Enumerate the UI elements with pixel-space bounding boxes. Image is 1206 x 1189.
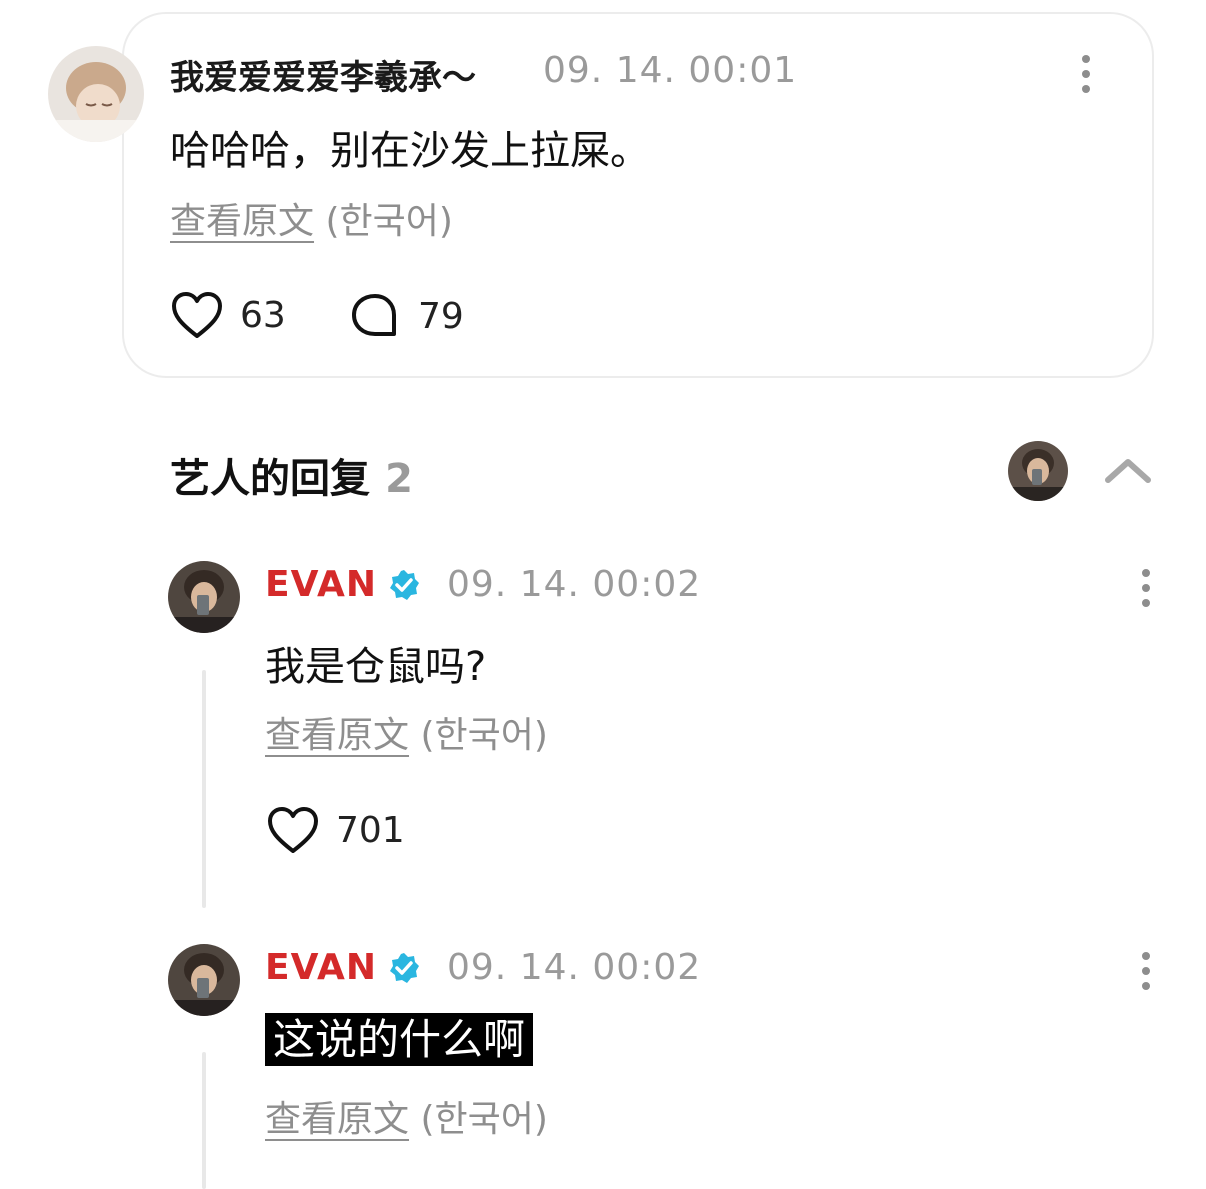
reply-text: 这说的什么啊 [265,1006,534,1067]
more-options-icon[interactable] [1142,952,1150,997]
more-options-icon[interactable] [1142,569,1150,614]
original-language: (한국어) [325,201,453,242]
reply-text: 我是仓鼠吗? [265,644,487,690]
reply-author[interactable]: EVAN [265,564,377,605]
like-button[interactable]: 701 [266,805,405,855]
like-button[interactable]: 63 [170,290,286,340]
more-options-icon[interactable] [1082,55,1090,100]
commenter-avatar[interactable] [48,46,144,142]
artist-replies-count: 2 [385,456,413,502]
original-language: (한국어) [420,1099,548,1140]
reply-header: EVAN 09. 14. 00:02 [265,947,701,988]
reply-timestamp: 09. 14. 00:02 [447,947,702,988]
artist-replies-title: 艺人的回复 [170,456,370,502]
like-count: 701 [336,809,405,851]
commenter-username[interactable]: 我爱爱爱爱李羲承～ [170,50,476,99]
comment-timestamp: 09. 14. 00:01 [543,50,798,91]
view-original[interactable]: 查看原文 (한국어) [265,706,548,758]
reply-text-highlighted: 这说的什么啊 [265,1013,534,1066]
artist-avatar-small[interactable] [1008,441,1068,501]
heart-icon [268,807,318,853]
thread-line [202,670,206,908]
view-original[interactable]: 查看原文 (한국어) [170,192,453,244]
view-original-link[interactable]: 查看原文 [265,1099,409,1140]
reply-timestamp: 09. 14. 00:02 [447,564,702,605]
reply-button[interactable]: 79 [350,292,464,340]
comment-bubble-icon [352,294,396,336]
comment-text: 哈哈哈，别在沙发上拉屎。 [170,128,650,174]
reply-count: 79 [418,295,464,337]
view-original[interactable]: 查看原文 (한국어) [265,1090,548,1142]
artist-replies-header: 艺人的回复 2 [170,446,413,504]
verified-badge-icon [390,952,419,983]
reply-header: EVAN 09. 14. 00:02 [265,564,701,605]
view-original-link[interactable]: 查看原文 [170,201,314,242]
reply-author[interactable]: EVAN [265,947,377,988]
heart-icon [172,292,222,338]
like-count: 63 [240,294,286,336]
original-language: (한국어) [420,715,548,756]
reply-avatar[interactable] [168,944,240,1016]
thread-line [202,1052,206,1189]
reply-avatar[interactable] [168,561,240,633]
view-original-link[interactable]: 查看原文 [265,715,409,756]
verified-badge-icon [390,569,419,600]
chevron-up-icon[interactable] [1104,454,1152,484]
